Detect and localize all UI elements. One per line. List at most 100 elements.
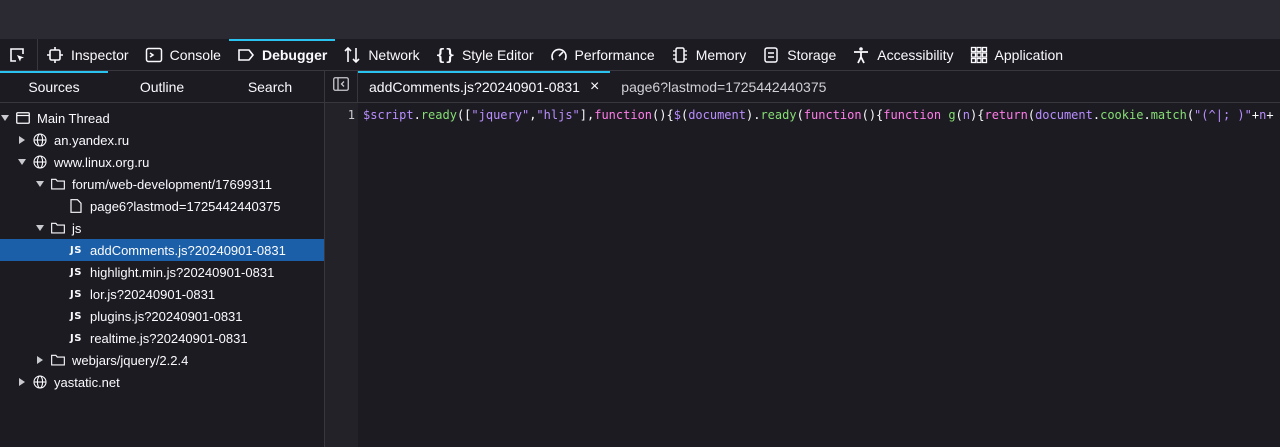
code-token: ],	[579, 108, 595, 122]
tab-label: Application	[994, 46, 1064, 63]
tab-label: Storage	[787, 46, 837, 63]
tab-label: Console	[169, 46, 221, 63]
sources-panel: Sources Outline Search Main Thread an.ya…	[0, 71, 325, 447]
tree-item-linux-org[interactable]: www.linux.org.ru	[0, 151, 324, 173]
editor-tabs: addComments.js?20240901-0831 × page6?las…	[325, 71, 1280, 103]
tab-style-editor[interactable]: {} Style Editor	[428, 39, 542, 70]
tree-item-label: webjars/jquery/2.2.4	[72, 352, 189, 368]
expand-arrow-icon[interactable]	[35, 223, 45, 233]
tree-item-an-yandex[interactable]: an.yandex.ru	[0, 129, 324, 151]
tab-application[interactable]: Application	[962, 39, 1072, 70]
tab-console[interactable]: Console	[137, 39, 229, 70]
code-token: "jquery"	[471, 108, 530, 122]
tab-label: Performance	[574, 46, 655, 63]
code-token: (	[1186, 108, 1195, 122]
expand-arrow-icon[interactable]	[35, 179, 45, 189]
toggle-sources-button[interactable]	[325, 71, 358, 102]
tab-label: Debugger	[261, 46, 328, 63]
debugger-icon	[237, 46, 255, 64]
tab-network[interactable]: Network	[335, 39, 427, 70]
code-token: g	[948, 108, 956, 122]
code-token: cookie	[1100, 108, 1144, 122]
tree-item-main-thread[interactable]: Main Thread	[0, 107, 324, 129]
tab-label: Network	[368, 46, 420, 63]
tree-item-label: yastatic.net	[54, 374, 120, 390]
editor-tab-addcomments[interactable]: addComments.js?20240901-0831 ×	[358, 71, 611, 102]
collapse-arrow-icon[interactable]	[35, 355, 45, 365]
folder-icon	[51, 353, 65, 367]
code-token: +	[1266, 108, 1274, 122]
js-icon: JS	[70, 332, 82, 344]
editor-tab-label: page6?lastmod=1725442440375	[621, 78, 827, 95]
code-token: n	[962, 108, 971, 122]
tab-accessibility[interactable]: Accessibility	[844, 39, 961, 70]
tab-storage[interactable]: Storage	[754, 39, 844, 70]
accessibility-icon	[852, 46, 870, 64]
expand-arrow-icon[interactable]	[17, 157, 27, 167]
tab-outline[interactable]: Outline	[108, 71, 216, 102]
source-tree: Main Thread an.yandex.ru www.linux.org.r…	[0, 103, 324, 393]
collapse-arrow-icon[interactable]	[17, 135, 27, 145]
tree-item-yastatic[interactable]: yastatic.net	[0, 371, 324, 393]
code-token: (	[1027, 108, 1036, 122]
inspector-icon	[46, 46, 64, 64]
tree-item-addcomments[interactable]: JS addComments.js?20240901-0831	[0, 239, 324, 261]
tree-item-label: Main Thread	[37, 110, 110, 126]
tree-item-highlight[interactable]: JS highlight.min.js?20240901-0831	[0, 261, 324, 283]
tree-item-label: plugins.js?20240901-0831	[90, 308, 243, 324]
tab-inspector[interactable]: Inspector	[37, 39, 137, 70]
sources-panel-tabs: Sources Outline Search	[0, 71, 324, 103]
editor-tab-page6[interactable]: page6?lastmod=1725442440375	[610, 71, 837, 102]
tab-label: Inspector	[71, 46, 129, 63]
tab-memory[interactable]: Memory	[663, 39, 755, 70]
line-gutter: 1	[325, 103, 358, 447]
code-token: ).	[745, 108, 761, 122]
globe-icon	[33, 133, 47, 147]
network-icon	[343, 46, 361, 64]
tree-item-webjars-folder[interactable]: webjars/jquery/2.2.4	[0, 349, 324, 371]
element-picker-button[interactable]	[0, 39, 33, 70]
tree-item-page6[interactable]: page6?lastmod=1725442440375	[0, 195, 324, 217]
tab-label: Memory	[695, 46, 747, 63]
editor-tab-label: addComments.js?20240901-0831	[369, 78, 580, 95]
code-line[interactable]: $script.ready(["jquery","hljs"],function…	[363, 108, 1280, 122]
performance-icon	[550, 46, 568, 64]
js-icon: JS	[70, 310, 82, 322]
code-token: $script	[363, 108, 414, 122]
code-view[interactable]: 1 $script.ready(["jquery","hljs"],functi…	[325, 103, 1280, 447]
code-token: return	[984, 108, 1028, 122]
close-icon[interactable]: ×	[590, 78, 599, 96]
style-editor-icon: {}	[435, 45, 455, 64]
code-token: "hljs"	[536, 108, 580, 122]
tab-performance[interactable]: Performance	[542, 39, 663, 70]
tab-label: Sources	[28, 78, 80, 95]
tree-item-label: highlight.min.js?20240901-0831	[90, 264, 275, 280]
code-token: ([	[456, 108, 472, 122]
memory-icon	[671, 46, 689, 64]
globe-icon	[33, 155, 47, 169]
tab-search[interactable]: Search	[216, 71, 324, 102]
editor-panel: addComments.js?20240901-0831 × page6?las…	[325, 71, 1280, 447]
tree-item-plugins[interactable]: JS plugins.js?20240901-0831	[0, 305, 324, 327]
js-icon: JS	[70, 288, 82, 300]
line-number[interactable]: 1	[325, 108, 355, 122]
tab-debugger[interactable]: Debugger	[228, 39, 336, 70]
tree-item-js-folder[interactable]: js	[0, 217, 324, 239]
code-token: (	[796, 108, 804, 122]
code-token: "(^|; )"	[1194, 108, 1252, 122]
code-token: ready	[760, 108, 797, 122]
expand-arrow-icon[interactable]	[0, 113, 10, 123]
tab-sources[interactable]: Sources	[0, 71, 108, 102]
tree-item-label: realtime.js?20240901-0831	[90, 330, 248, 346]
code-token: function	[594, 108, 653, 122]
code-token: .	[1143, 108, 1151, 122]
js-icon: JS	[70, 266, 82, 278]
tree-item-forum-folder[interactable]: forum/web-development/17699311	[0, 173, 324, 195]
collapse-arrow-icon[interactable]	[17, 377, 27, 387]
tree-item-lor[interactable]: JS lor.js?20240901-0831	[0, 283, 324, 305]
devtools-toolbar: Inspector Console Debugger Network {} St…	[0, 39, 1280, 71]
globe-icon	[33, 375, 47, 389]
code-token: (){	[652, 108, 674, 122]
window-title-bar	[0, 0, 1280, 39]
tree-item-realtime[interactable]: JS realtime.js?20240901-0831	[0, 327, 324, 349]
